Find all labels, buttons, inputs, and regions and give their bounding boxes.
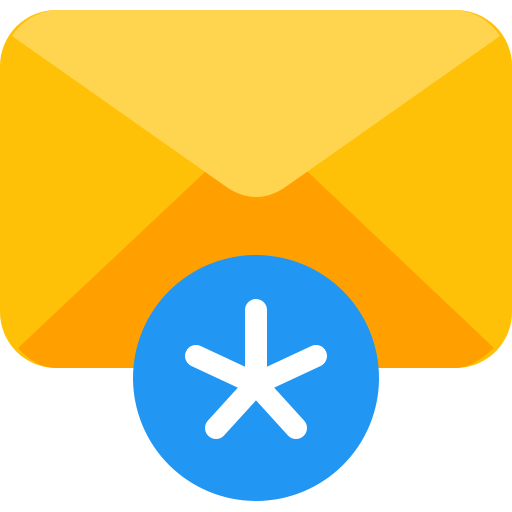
asterisk-badge-icon (133, 255, 379, 501)
icon-canvas (0, 0, 512, 512)
mail-asterisk-icon (0, 10, 512, 501)
